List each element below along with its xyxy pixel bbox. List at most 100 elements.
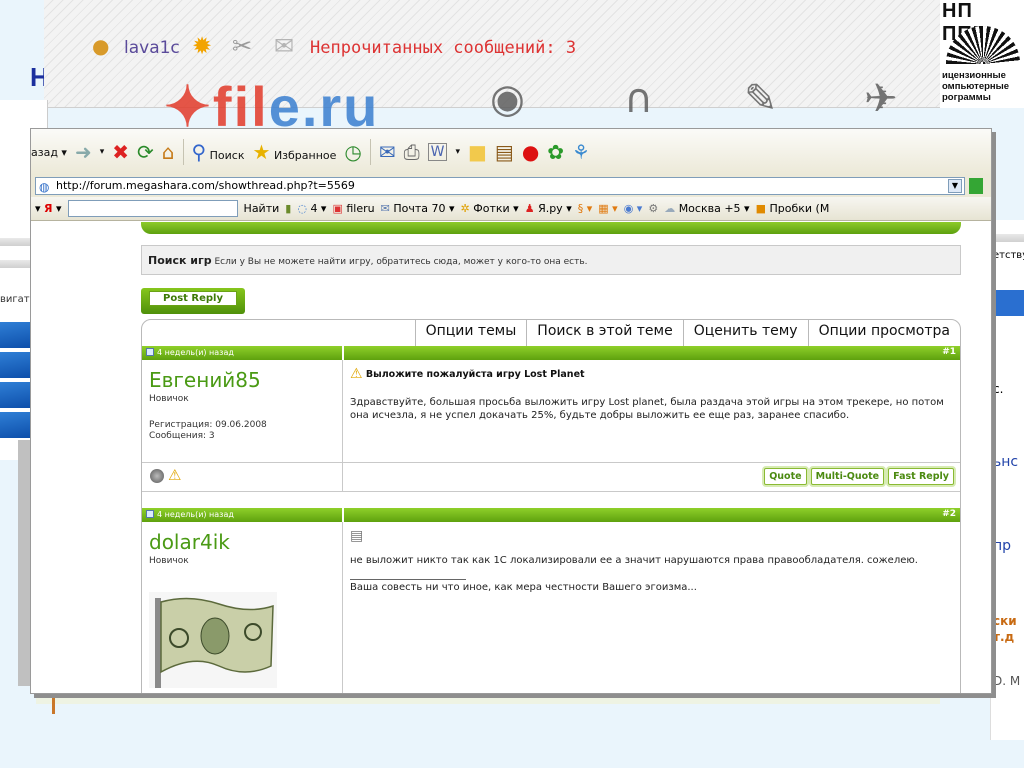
user-name[interactable]: lava1c — [124, 38, 180, 58]
cloud-icon: ☁ — [664, 202, 676, 215]
forum-info-box: Поиск игр Если у Вы не можете найти игру… — [141, 245, 961, 275]
refresh-icon[interactable]: ⟳ — [137, 140, 154, 164]
post-icon — [146, 348, 154, 356]
document-icon: ▤ — [350, 528, 364, 544]
contacts-icon[interactable]: ⚘ — [572, 140, 590, 164]
post-body: ▤ не выложит никто так как 1С локализиро… — [344, 522, 960, 693]
globe-tool-icon[interactable]: ◉ ▾ — [624, 202, 643, 215]
multi-quote-button[interactable]: Multi-Quote — [810, 468, 885, 485]
photos-link[interactable]: ✲ Фотки ▾ — [461, 202, 519, 215]
sun-icon: ✹ — [192, 32, 213, 60]
username[interactable]: dolar4ik — [149, 530, 342, 554]
history-icon[interactable]: ◷ — [344, 140, 361, 164]
find-button[interactable]: Найти — [244, 202, 280, 215]
standard-toolbar: азад ▾ ➜ ▾ ✖ ⟳ ⌂ ⚲ Поиск ★ Избранное ◷ ✉… — [31, 129, 991, 175]
thread-search-menu[interactable]: Поиск в этой теме — [526, 320, 682, 346]
yaru-link[interactable]: ♟ Я.ру ▾ — [525, 202, 572, 215]
post-number[interactable]: #2 — [942, 509, 956, 519]
edit-dropdown[interactable]: ▾ — [455, 147, 460, 157]
post-text: не выложит никто так как 1С локализирова… — [350, 555, 918, 566]
mail-link[interactable]: ✉ Почта 70 ▾ — [381, 202, 455, 215]
globe-icon: ◍ — [39, 180, 50, 194]
username[interactable]: Евгений85 — [149, 368, 342, 392]
headphones-icon[interactable]: ∩ — [624, 76, 653, 122]
money-icon[interactable]: § ▾ — [578, 202, 593, 215]
favorites-button[interactable]: ★ Избранное — [253, 140, 337, 164]
star-icon: ★ — [252, 140, 271, 164]
market-icon[interactable]: ▦ ▾ — [598, 202, 617, 215]
quote-button[interactable]: Quote — [764, 468, 807, 485]
offline-status-icon — [150, 469, 164, 483]
post-header: 4 недель(и) назад #1 — [142, 346, 960, 360]
go-button[interactable] — [969, 178, 983, 194]
weather-link[interactable]: ☁ Москва +5 ▾ — [664, 202, 749, 215]
browser-window: азад ▾ ➜ ▾ ✖ ⟳ ⌂ ⚲ Поиск ★ Избранное ◷ ✉… — [30, 128, 992, 694]
display-options-menu[interactable]: Опции просмотра — [807, 320, 960, 346]
film-reel-icon[interactable]: ◉ — [490, 76, 525, 122]
thread-tools: Опции темы Поиск в этой теме Оценить тем… — [414, 320, 960, 346]
forum-page: Поиск игр Если у Вы не можете найти игру… — [31, 222, 991, 693]
home-icon[interactable]: ⌂ — [162, 140, 175, 164]
signature: Ваша совесть ни что иное, как мера честн… — [350, 582, 697, 593]
icq-icon[interactable]: ✿ — [547, 140, 564, 164]
warning-icon: ⚠ — [350, 366, 363, 382]
speech-icon: ◌ — [297, 202, 307, 215]
post-header: 4 недель(и) назад #2 — [142, 508, 960, 522]
url-input[interactable]: ◍ http://forum.megashara.com/showthread.… — [35, 177, 965, 195]
post-icon — [146, 510, 154, 518]
message-icon[interactable]: ✉ — [274, 32, 294, 60]
photos-icon: ✲ — [460, 202, 470, 215]
edit-icon[interactable]: W — [427, 143, 448, 161]
url-dropdown[interactable]: ▼ — [948, 179, 962, 193]
thread-options-menu[interactable]: Опции темы — [414, 320, 527, 346]
forum-info-text: Если у Вы не можете найти игру, обратите… — [214, 257, 588, 267]
yandex-bar: ▾ Я ▾ Найти ▮ ◌ 4 ▾ ▣ fileru ✉ Почта 70 … — [31, 197, 991, 221]
post-body: ⚠ Выложите пожалуйста игру Lost Planet З… — [344, 360, 960, 462]
user-icon: ● — [92, 34, 110, 58]
messages-button[interactable]: ◌ 4 ▾ — [297, 202, 326, 215]
research-icon[interactable]: ▤ — [495, 140, 514, 164]
envelope-icon: ✉ — [380, 202, 390, 215]
forum-user-strip: ● lava1c ✹ ✂ ✉ Непрочитанных сообщений: … — [44, 0, 940, 138]
post-footer: ⚠ Quote Multi-Quote Fast Reply — [142, 462, 960, 492]
messenger-icon[interactable]: ● — [522, 140, 539, 164]
forum-info-title[interactable]: Поиск игр — [148, 254, 212, 267]
yaru-icon: ♟ — [524, 202, 535, 215]
traffic-link[interactable]: ■ Пробки (М — [756, 202, 830, 215]
post-number[interactable]: #1 — [942, 347, 956, 357]
user-info: dolar4ik Новичок — [142, 522, 343, 693]
stop-icon[interactable]: ✖ — [112, 140, 129, 164]
post-reply-button[interactable]: Post Reply — [141, 288, 245, 314]
fast-reply-button[interactable]: Fast Reply — [888, 468, 954, 485]
traffic-icon: ■ — [755, 202, 766, 215]
unread-messages[interactable]: Непрочитанных сообщений: 3 — [310, 38, 576, 58]
user-info: Евгений85 Новичок Регистрация: 09.06.200… — [142, 360, 343, 462]
yandex-search-input[interactable] — [67, 200, 238, 217]
settings-icon[interactable]: ⚙ — [648, 202, 658, 215]
pencil-icon[interactable]: ✎ — [744, 76, 778, 122]
fileru-icon: ▣ — [332, 202, 343, 215]
thread-container: Опции темы Поиск в этой теме Оценить тем… — [141, 319, 961, 693]
post-title: ⚠ Выложите пожалуйста игру Lost Planet — [350, 366, 585, 382]
post-text: Здравствуйте, большая просьба выложить и… — [350, 397, 944, 421]
forward-icon[interactable]: ➜ — [75, 140, 92, 164]
signal-icon: ▮ — [285, 202, 292, 215]
license-logo: НП ППП ицензионные омпьютерные рограммы — [940, 0, 1024, 108]
forward-dropdown[interactable]: ▾ — [100, 147, 105, 157]
back-button[interactable]: азад ▾ — [31, 146, 67, 159]
search-button[interactable]: ⚲ Поиск — [192, 140, 245, 164]
signature-divider — [350, 579, 466, 580]
print-icon[interactable]: ⎙ — [404, 140, 420, 164]
tools-icon[interactable]: ✂ — [232, 32, 252, 60]
user-rank: Новичок — [149, 394, 189, 404]
yandex-menu[interactable]: ▾ Я ▾ — [31, 202, 62, 215]
notes-icon[interactable]: ■ — [468, 140, 487, 164]
mail-icon[interactable]: ✉ — [379, 140, 396, 164]
report-icon[interactable]: ⚠ — [168, 466, 181, 484]
gamepad-icon[interactable]: ✈ — [864, 76, 898, 122]
avatar — [149, 592, 277, 688]
fileru-link[interactable]: ▣ fileru — [332, 202, 374, 215]
background-right-page: етству с. ьнс пр ски т.д D. M — [990, 220, 1024, 740]
rate-thread-menu[interactable]: Оценить тему — [682, 320, 808, 346]
address-bar: ◍ http://forum.megashara.com/showthread.… — [31, 175, 991, 197]
